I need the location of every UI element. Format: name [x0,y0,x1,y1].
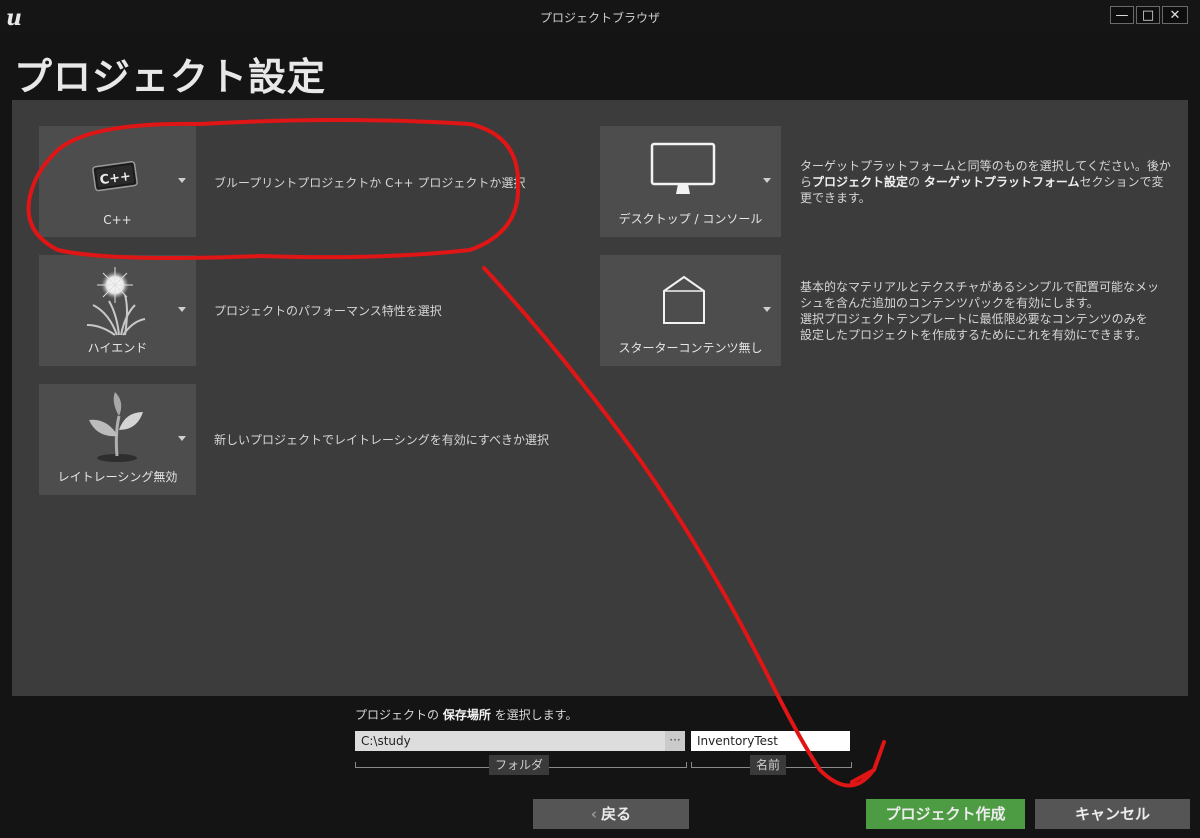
quality-option-desc: プロジェクトのパフォーマンス特性を選択 [214,304,442,318]
quality-dropdown-arrow-icon[interactable] [178,307,186,312]
raytracing-dropdown-arrow-icon[interactable] [178,436,186,441]
starter-desc-line: 設定したプロジェクトを作成するためにこれを有効にできます。 [800,328,1147,342]
starter-content-option-tile[interactable]: スターターコンテンツ無し [600,255,781,366]
cpp-icon: C++ [92,160,138,192]
raytracing-option-desc: 新しいプロジェクトでレイトレーシングを有効にすべきか選択 [214,433,550,447]
back-button[interactable]: ‹ 戻る [533,799,689,829]
platform-option-label: デスクトップ / コンソール [618,212,763,226]
cpp-option-tile[interactable]: C++ C++ [39,126,196,237]
cpp-dropdown-arrow-icon[interactable] [178,178,186,183]
name-label: 名前 [750,755,787,775]
starter-box-icon [663,275,705,324]
page-title: プロジェクト設定 [14,55,327,99]
platform-option-tile[interactable]: デスクトップ / コンソール [600,126,781,237]
folder-path-input[interactable]: C:\study [355,731,685,751]
starter-dropdown-arrow-icon[interactable] [763,307,771,312]
high-end-icon [86,267,146,336]
window-title: プロジェクトブラウザ [539,11,660,25]
quality-option-tile[interactable]: ハイエンド [39,255,196,366]
desktop-monitor-icon [650,142,716,194]
window-controls: — □ ✕ [1110,6,1188,24]
maximize-button[interactable]: □ [1136,6,1160,24]
starter-desc-line: 基本的なマテリアルとテクスチャがあるシンプルで配置可能なメッ [800,280,1160,294]
starter-desc-line: シュを含んだ追加のコンテンツパックを有効にします。 [800,296,1099,310]
starter-content-option-desc: 基本的なマテリアルとテクスチャがあるシンプルで配置可能なメッ シュを含んだ追加の… [800,279,1180,343]
platform-desc-line: ターゲットプラットフォームと同等のものを選択してください。後か [800,159,1171,173]
quality-option-label: ハイエンド [87,341,148,355]
close-button[interactable]: ✕ [1162,6,1188,24]
back-button-label: 戻る [601,805,632,823]
create-project-button[interactable]: プロジェクト作成 [866,799,1025,829]
raytracing-option-tile[interactable]: レイトレーシング無効 [39,384,196,495]
raytracing-option-label: レイトレーシング無効 [57,470,178,484]
cpp-option-desc: ブループリントプロジェクトか C++ プロジェクトか選択 [214,176,526,190]
window-titlebar: u プロジェクトブラウザ — □ ✕ [0,0,1200,34]
folder-label: フォルダ [489,755,550,775]
cancel-button[interactable]: キャンセル [1035,799,1190,829]
project-name-input[interactable]: InventoryTest [691,731,850,751]
platform-desc-line: 更できます。 [800,191,871,205]
cpp-option-label: C++ [103,213,132,227]
minimize-button[interactable]: — [1110,6,1134,24]
raytracing-plant-icon [89,392,143,462]
location-prompt: プロジェクトの 保存場所 を選択します。 [355,708,578,722]
back-chevron-icon: ‹ [590,805,598,823]
starter-desc-line: 選択プロジェクトテンプレートに最低限必要なコンテンツのみを [800,312,1148,326]
platform-option-desc: ターゲットプラットフォームと同等のものを選択してください。後か らプロジェクト設… [800,158,1180,206]
starter-content-option-label: スターターコンテンツ無し [618,341,763,355]
folder-browse-button[interactable]: ··· [665,731,685,751]
platform-dropdown-arrow-icon[interactable] [763,178,771,183]
platform-desc-line: らプロジェクト設定の ターゲットプラットフォームセクションで変 [800,175,1164,189]
